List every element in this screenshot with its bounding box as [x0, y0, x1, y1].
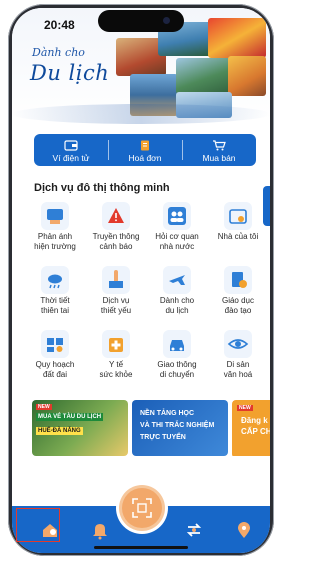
service-label: Quy hoạch: [35, 360, 75, 369]
hero-subtitle: Dành cho: [32, 46, 85, 59]
weather-icon: [41, 266, 69, 294]
status-bar: 20:48: [12, 8, 270, 34]
service-item-weather[interactable]: Thời tiết thiên tai: [24, 266, 86, 316]
promo-subtitle: HUẾ-ĐÀ NẴNG: [36, 427, 83, 435]
service-item-alert[interactable]: Truyền thông cảnh báo: [85, 202, 147, 252]
medical-icon: [102, 330, 130, 358]
report-icon: [41, 202, 69, 230]
utility-icon: [102, 266, 130, 294]
promo-title: NỀN TẢNG HỌC VÀ THI TRẮC NGHIỆM TRỰC TUY…: [140, 408, 214, 444]
map-pin-icon: [41, 330, 69, 358]
service-label: Nhà của tôi: [217, 232, 259, 241]
bell-icon[interactable]: [90, 520, 110, 540]
service-label: Giao thông: [157, 360, 197, 369]
promo-line-2: VÀ THI TRẮC NGHIỆM: [140, 422, 215, 429]
promo-banner-train[interactable]: NEW MUA VÉ TÀU DU LỊCH HUẾ-ĐÀ NẴNG: [32, 400, 128, 456]
service-item-education[interactable]: Giáo dục đào tạo: [207, 266, 269, 316]
car-icon: [163, 330, 191, 358]
transfer-icon[interactable]: [184, 520, 204, 540]
service-label: Hỏi cơ quan: [155, 232, 199, 241]
service-label-2: nhà nước: [159, 242, 195, 251]
promo-title: MUA VÉ TÀU DU LỊCH: [36, 413, 104, 421]
service-label: Truyền thông: [92, 232, 140, 241]
eye-icon: [224, 330, 252, 358]
service-label: Giáo dục: [221, 296, 255, 305]
home-indicator: [94, 546, 188, 549]
service-item-health[interactable]: Y tế sức khỏe: [85, 330, 147, 380]
education-icon: [224, 266, 252, 294]
wallet-icon: [64, 140, 78, 151]
hero-title: Du lịch: [30, 61, 110, 85]
tab-shopping[interactable]: Mua bán: [182, 134, 256, 166]
notch: [98, 10, 184, 32]
app-screen: Dành cho Du lịch 20:48 Ví điện tử Hoá đơ…: [12, 8, 270, 553]
service-label-2: du lịch: [165, 306, 189, 315]
promo-line-3: TRỰC TUYẾN: [140, 434, 186, 441]
tab-shopping-label: Mua bán: [202, 153, 236, 163]
service-item-planning[interactable]: Quy hoạch đất đai: [24, 330, 86, 380]
promo-carousel[interactable]: NEW MUA VÉ TÀU DU LỊCH HUẾ-ĐÀ NẴNG NỀN T…: [32, 400, 270, 456]
photo-landscape: [176, 58, 234, 94]
tab-wallet-label: Ví điện tử: [52, 153, 90, 163]
service-item-tourism[interactable]: Dành cho du lịch: [146, 266, 208, 316]
invoice-icon: [141, 140, 149, 151]
service-label: Dịch vụ: [102, 296, 130, 305]
service-item-essential[interactable]: Dịch vụ thiết yếu: [85, 266, 147, 316]
home-tab-selection-outline: [16, 508, 60, 542]
service-label-2: đào tạo: [224, 306, 252, 315]
service-label-2: đất đai: [42, 370, 68, 379]
qr-scan-icon: [132, 498, 152, 518]
promo-line-2: CẤP CH: [241, 427, 270, 436]
quick-actions-bar: Ví điện tử Hoá đơn Mua bán: [34, 134, 256, 166]
people-icon: [163, 202, 191, 230]
service-label-2: văn hoá: [223, 370, 253, 379]
plane-icon: [163, 266, 191, 294]
warning-icon: [102, 202, 130, 230]
section-title: Dịch vụ đô thị thông minh: [34, 182, 170, 194]
service-label: Y tế: [108, 360, 124, 369]
service-label: Thời tiết: [40, 296, 70, 305]
new-badge: NEW: [237, 405, 253, 411]
home-icon: [224, 202, 252, 230]
service-label-2: sức khỏe: [99, 370, 133, 379]
promo-line-1: NỀN TẢNG HỌC: [140, 410, 195, 417]
service-label-2: cảnh báo: [99, 242, 133, 251]
service-item-heritage[interactable]: Di sản văn hoá: [207, 330, 269, 380]
service-label: Phản ánh: [37, 232, 73, 241]
service-label-2: thiên tai: [40, 306, 70, 315]
camera-icon: [163, 17, 170, 24]
tab-invoice-label: Hoá đơn: [128, 153, 162, 163]
service-label: Dành cho: [159, 296, 195, 305]
service-label: Di sản: [226, 360, 250, 369]
promo-line-1: Đăng k: [241, 416, 268, 425]
tab-invoice[interactable]: Hoá đơn: [108, 134, 182, 166]
photo-temple: [228, 56, 266, 96]
promo-banner-registration[interactable]: NEW Đăng k CẤP CH: [232, 400, 270, 456]
promo-title: Đăng k CẤP CH: [241, 415, 270, 437]
new-badge: NEW: [36, 404, 52, 410]
service-label-2: hiện trường: [34, 242, 76, 251]
hero-swoosh: [12, 104, 270, 124]
status-time: 20:48: [44, 18, 75, 32]
service-label-2: di chuyển: [159, 370, 195, 379]
promo-banner-elearning[interactable]: NỀN TẢNG HỌC VÀ THI TRẮC NGHIỆM TRỰC TUY…: [132, 400, 228, 456]
qr-scan-button[interactable]: [122, 488, 162, 528]
service-item-transport[interactable]: Giao thông di chuyển: [146, 330, 208, 380]
service-item-ask-government[interactable]: Hỏi cơ quan nhà nước: [146, 202, 208, 252]
tab-wallet[interactable]: Ví điện tử: [34, 134, 108, 166]
service-item-my-home[interactable]: Nhà của tôi: [207, 202, 269, 242]
service-label-2: thiết yếu: [100, 306, 132, 315]
cart-icon: [213, 140, 226, 151]
service-item-report[interactable]: Phản ánh hiện trường: [24, 202, 86, 252]
location-icon[interactable]: [234, 520, 254, 540]
